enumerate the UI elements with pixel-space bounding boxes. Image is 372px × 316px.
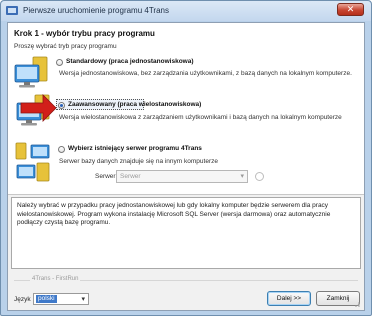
resize-grip-icon[interactable] xyxy=(353,300,361,308)
standard-mode-label[interactable]: Standardowy (praca jednostanowiskowa) xyxy=(66,58,194,65)
chevron-down-icon: ▾ xyxy=(240,173,244,180)
language-label: Język xyxy=(14,296,31,303)
language-select-value: polski xyxy=(36,295,57,303)
step-subtitle: Proszę wybrać tryb pracy programu xyxy=(14,43,117,50)
close-window-button[interactable]: ✕ xyxy=(337,3,364,16)
dialog-content: Krok 1 - wybór trybu pracy programu Pros… xyxy=(7,22,365,311)
server-label: Serwer: xyxy=(95,173,118,180)
app-icon xyxy=(6,6,18,15)
next-button[interactable]: Dalej >> xyxy=(267,291,311,306)
footer-caption: 4Trans - FirstRun xyxy=(30,276,81,282)
title-bar: Pierwsze uruchomienie programu 4Trans ✕ xyxy=(1,1,371,21)
window-title: Pierwsze uruchomienie programu 4Trans xyxy=(23,6,169,15)
refresh-icon[interactable] xyxy=(255,172,264,181)
advanced-mode-label[interactable]: Zaawansowany (praca wielostanowiskowa) xyxy=(68,101,201,108)
step-title: Krok 1 - wybór trybu pracy programu xyxy=(14,29,155,38)
server-select[interactable]: Serwer ▾ xyxy=(116,170,248,183)
advanced-mode-radio[interactable] xyxy=(58,102,65,109)
server-select-value: Serwer xyxy=(120,173,141,180)
window: Pierwsze uruchomienie programu 4Trans ✕ … xyxy=(0,0,372,316)
computer-network-icon xyxy=(15,142,50,182)
mode-selection-panel: Krok 1 - wybór trybu pracy programu Pros… xyxy=(8,23,364,195)
existing-server-radio[interactable] xyxy=(58,146,65,153)
standard-mode-radio[interactable] xyxy=(56,59,63,66)
chevron-down-icon: ▾ xyxy=(81,296,85,303)
standard-mode-description: Wersja jednostanowiskowa, bez zarządzani… xyxy=(59,70,352,77)
language-select[interactable]: polski ▾ xyxy=(33,293,89,305)
computer-with-arrow-icon xyxy=(16,94,57,126)
info-description: Należy wybrać w przypadku pracy jednosta… xyxy=(11,197,361,269)
existing-server-description: Serwer bazy danych znajduje się na innym… xyxy=(59,158,218,165)
advanced-mode-description: Wersja wielostanowiskowa z zarządzaniem … xyxy=(59,114,342,121)
computer-icon xyxy=(14,56,48,88)
existing-server-label[interactable]: Wybierz istniejący serwer programu 4Tran… xyxy=(68,145,202,152)
